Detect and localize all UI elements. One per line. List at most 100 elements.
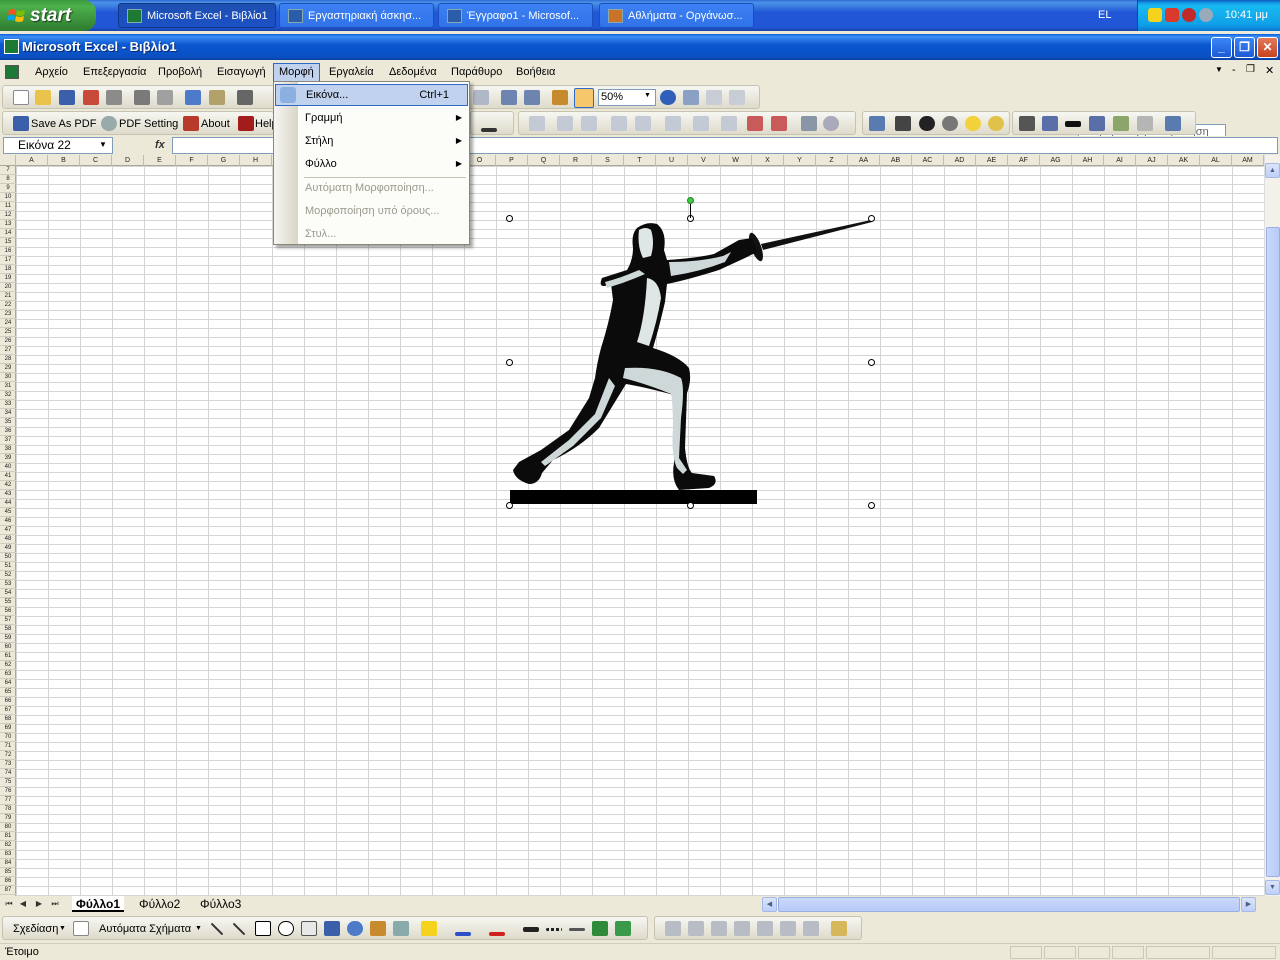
arrow-style-icon[interactable]: [569, 928, 585, 931]
tab-sheet2[interactable]: Φύλλο2: [135, 896, 184, 912]
pdf-setting-button[interactable]: PDF Setting: [119, 112, 178, 136]
document-excel-icon[interactable]: [5, 65, 19, 79]
column-header-cell[interactable]: AE: [976, 155, 1008, 166]
wordart-icon[interactable]: [324, 921, 340, 936]
column-header-cell[interactable]: AG: [1040, 155, 1072, 166]
tray-network-icon[interactable]: [1199, 8, 1213, 22]
row-header-cell[interactable]: 59: [0, 634, 16, 643]
line-color-icon[interactable]: [455, 932, 471, 936]
row-header-cell[interactable]: 65: [0, 688, 16, 697]
toolbar-icon[interactable]: [706, 90, 722, 105]
new-icon[interactable]: [13, 90, 29, 105]
column-header-cell[interactable]: V: [688, 155, 720, 166]
row-header-cell[interactable]: 28: [0, 355, 16, 364]
row-header-cell[interactable]: 53: [0, 580, 16, 589]
row-header-cell[interactable]: 58: [0, 625, 16, 634]
row-header-cell[interactable]: 24: [0, 319, 16, 328]
format-picture-icon[interactable]: [1113, 116, 1129, 131]
more-brightness-icon[interactable]: [965, 116, 981, 131]
toolbar-icon[interactable]: [693, 116, 709, 131]
row-header-cell[interactable]: 66: [0, 697, 16, 706]
menu-item-column[interactable]: Στήλη ▶: [275, 130, 468, 152]
row-header-cell[interactable]: 61: [0, 652, 16, 661]
column-header-cell[interactable]: B: [48, 155, 80, 166]
menu-item-sheet[interactable]: Φύλλο ▶: [275, 153, 468, 175]
line-style-icon[interactable]: [1065, 121, 1081, 127]
rotate-left-icon[interactable]: [1042, 116, 1058, 131]
toolbar-icon[interactable]: [801, 116, 817, 131]
toolbar-icon[interactable]: [665, 116, 681, 131]
menu-item-picture[interactable]: Εικόνα... Ctrl+1: [275, 84, 468, 106]
more-contrast-icon[interactable]: [919, 116, 935, 131]
font-color-icon[interactable]: [481, 128, 497, 132]
resize-handle-ne[interactable]: [868, 215, 875, 222]
shadow-style-icon[interactable]: [592, 921, 608, 936]
row-header-cell[interactable]: 69: [0, 724, 16, 733]
row-header-cell[interactable]: 75: [0, 778, 16, 787]
font-color-icon[interactable]: [489, 932, 505, 936]
row-header-cell[interactable]: 63: [0, 670, 16, 679]
row-header-cell[interactable]: 56: [0, 607, 16, 616]
research-icon[interactable]: [209, 90, 225, 105]
menu-tools[interactable]: Εργαλεία: [324, 63, 379, 82]
ask-dropdown-arrow-icon[interactable]: ▼: [1215, 65, 1223, 74]
row-header-cell[interactable]: 86: [0, 877, 16, 886]
clock[interactable]: 10:41 μμ: [1225, 0, 1268, 31]
row-header-cell[interactable]: 64: [0, 679, 16, 688]
resize-handle-w[interactable]: [506, 359, 513, 366]
row-header-cell[interactable]: 77: [0, 796, 16, 805]
toolbar-icon[interactable]: [823, 116, 839, 131]
clip-art-icon[interactable]: [370, 921, 386, 936]
row-header-cell[interactable]: 30: [0, 373, 16, 382]
row-header-cell[interactable]: 18: [0, 265, 16, 274]
tab-sheet1[interactable]: Φύλλο1: [72, 896, 125, 912]
row-header-cell[interactable]: 17: [0, 256, 16, 265]
column-header-cell[interactable]: AC: [912, 155, 944, 166]
chart-wizard-icon[interactable]: [552, 90, 568, 105]
row-header-cell[interactable]: 36: [0, 427, 16, 436]
rotation-handle[interactable]: [687, 197, 694, 204]
spelling-icon[interactable]: [185, 90, 201, 105]
row-header-cell[interactable]: 16: [0, 247, 16, 256]
column-header-cell[interactable]: AM: [1232, 155, 1264, 166]
task-excel[interactable]: Microsoft Excel - Βιβλίο1: [118, 3, 276, 28]
doc-restore-button[interactable]: ❐: [1246, 64, 1255, 75]
task-word-lab[interactable]: Εργαστηριακή άσκησ...: [279, 3, 434, 28]
toolbar-icon[interactable]: [831, 921, 847, 936]
row-header-cell[interactable]: 8: [0, 175, 16, 184]
row-header-cell[interactable]: 42: [0, 481, 16, 490]
column-header-cell[interactable]: AA: [848, 155, 880, 166]
column-header-cell[interactable]: E: [144, 155, 176, 166]
row-header-cell[interactable]: 83: [0, 850, 16, 859]
toolbar-icon[interactable]: [757, 921, 773, 936]
menu-file[interactable]: Αρχείο: [30, 63, 73, 82]
row-header-cell[interactable]: 51: [0, 562, 16, 571]
less-brightness-icon[interactable]: [988, 116, 1004, 131]
line-style-icon[interactable]: [523, 927, 539, 932]
save-as-pdf-button[interactable]: Save As PDF: [31, 112, 96, 136]
menu-edit[interactable]: Επεξεργασία: [78, 63, 151, 82]
toolbar-icon[interactable]: [665, 921, 681, 936]
row-header-cell[interactable]: 13: [0, 220, 16, 229]
row-header-cell[interactable]: 82: [0, 841, 16, 850]
row-header-cell[interactable]: 87: [0, 886, 16, 895]
menu-data[interactable]: Δεδομένα: [384, 63, 442, 82]
row-header-cell[interactable]: 14: [0, 229, 16, 238]
zoom-dropdown-icon[interactable]: ▼: [644, 92, 651, 99]
row-header-cell[interactable]: 15: [0, 238, 16, 247]
email-icon[interactable]: [106, 90, 122, 105]
row-header-cell[interactable]: 9: [0, 184, 16, 193]
draw-dropdown-icon[interactable]: ▼: [59, 925, 66, 932]
toolbar-icon[interactable]: [635, 116, 651, 131]
fill-color-icon[interactable]: [421, 921, 437, 936]
toolbar-icon[interactable]: [780, 921, 796, 936]
autoshapes-dropdown-icon[interactable]: ▼: [195, 925, 202, 932]
toolbar-icon[interactable]: [557, 116, 573, 131]
column-header-cell[interactable]: AH: [1072, 155, 1104, 166]
menu-view[interactable]: Προβολή: [153, 63, 207, 82]
text-box-icon[interactable]: [301, 921, 317, 936]
vertical-scroll-thumb[interactable]: [1266, 227, 1280, 877]
row-header-cell[interactable]: 11: [0, 202, 16, 211]
toolbar-icon[interactable]: [721, 116, 737, 131]
column-header-cell[interactable]: Q: [528, 155, 560, 166]
